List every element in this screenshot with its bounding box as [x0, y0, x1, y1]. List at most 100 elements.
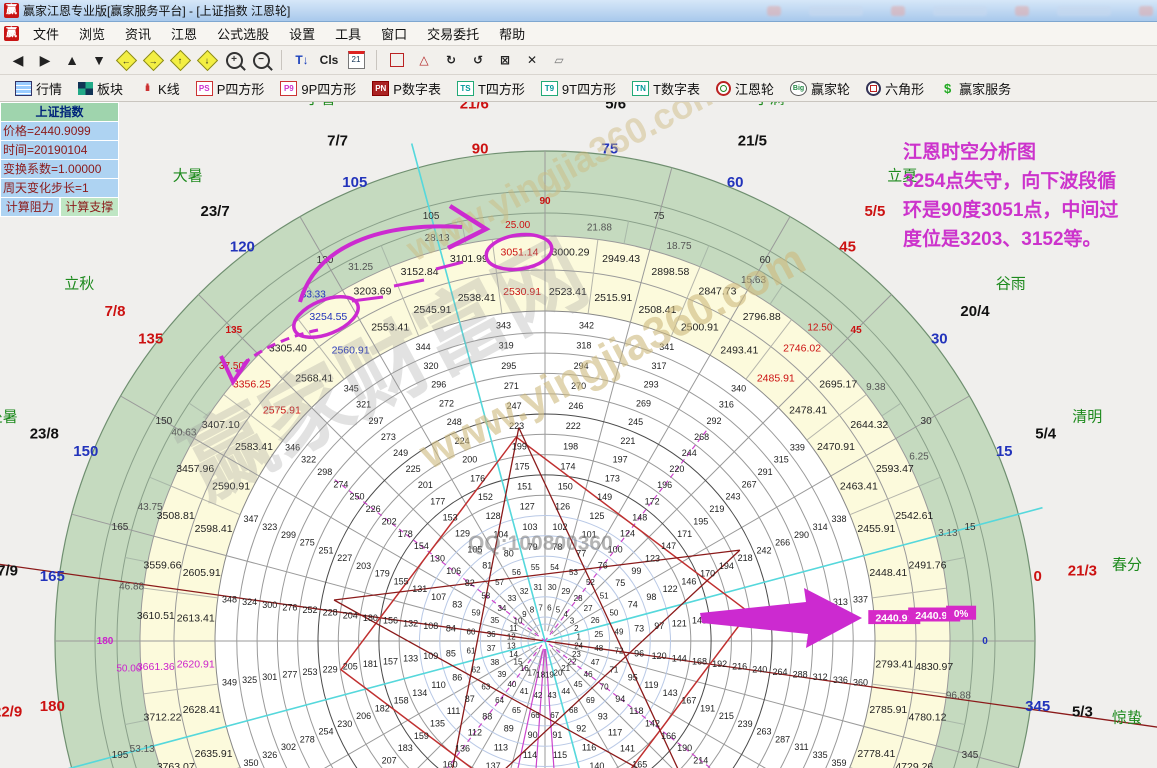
svg-text:2949.43: 2949.43	[602, 253, 640, 265]
view-button-P数字表[interactable]: PNP数字表	[365, 77, 448, 100]
svg-text:53: 53	[569, 568, 578, 577]
svg-text:181: 181	[363, 659, 378, 669]
svg-text:45: 45	[851, 325, 863, 336]
view-button-T四方形[interactable]: TST四方形	[450, 77, 532, 100]
titlebar-blurred-items	[767, 6, 1153, 16]
svg-text:春分: 春分	[1112, 556, 1142, 573]
view-button-六角形[interactable]: 六角形	[859, 77, 931, 100]
box-select-icon[interactable]: ⊠	[493, 49, 517, 71]
eraser-icon[interactable]: ▱	[547, 49, 571, 71]
svg-text:264: 264	[772, 667, 787, 677]
menu-item-9[interactable]: 帮助	[489, 25, 535, 44]
svg-text:处暑: 处暑	[0, 408, 18, 425]
nav-down-icon[interactable]: ▼	[87, 49, 111, 71]
svg-text:21/3: 21/3	[1068, 562, 1097, 579]
shift-left-icon[interactable]: ←	[114, 49, 138, 71]
svg-text:345: 345	[1025, 698, 1050, 715]
nav-up-icon[interactable]: ▲	[60, 49, 84, 71]
svg-text:8: 8	[530, 606, 535, 615]
draw-square-icon[interactable]	[385, 49, 409, 71]
svg-text:268: 268	[694, 432, 709, 442]
svg-text:302: 302	[281, 742, 296, 752]
rotate-cw-icon[interactable]: ↻	[439, 49, 463, 71]
view-button-赢家服务[interactable]: $赢家服务	[933, 77, 1018, 100]
svg-text:59: 59	[472, 609, 481, 618]
svg-text:143: 143	[663, 688, 678, 698]
svg-text:23/8: 23/8	[30, 426, 59, 443]
rotate-ccw-icon[interactable]: ↺	[466, 49, 490, 71]
svg-text:7/9: 7/9	[0, 562, 18, 579]
svg-text:180: 180	[97, 636, 114, 647]
svg-text:96.88: 96.88	[946, 690, 971, 701]
menu-item-1[interactable]: 浏览	[69, 25, 115, 44]
menu-item-3[interactable]: 江恩	[161, 25, 207, 44]
svg-text:26: 26	[591, 616, 600, 625]
svg-text:227: 227	[337, 553, 352, 563]
view-button-label: 赢家服务	[959, 79, 1011, 98]
shift-up-icon[interactable]: ↑	[168, 49, 192, 71]
svg-text:2463.41: 2463.41	[840, 481, 878, 493]
view-button-label: K线	[158, 79, 180, 98]
view-button-9P四方形[interactable]: P99P四方形	[273, 77, 363, 100]
svg-text:311: 311	[794, 742, 808, 752]
svg-text:274: 274	[333, 479, 348, 489]
svg-text:126: 126	[555, 502, 570, 512]
shift-down-icon[interactable]: ↓	[195, 49, 219, 71]
draw-triangle-icon[interactable]: △	[412, 49, 436, 71]
svg-text:75: 75	[653, 211, 665, 222]
svg-text:3661.36: 3661.36	[137, 661, 175, 673]
calc-resistance-button[interactable]: 计算阻力	[0, 197, 60, 217]
svg-text:159: 159	[414, 731, 429, 741]
view-button-9T四方形[interactable]: T99T四方形	[534, 77, 623, 100]
svg-text:180: 180	[40, 698, 65, 715]
svg-text:83: 83	[452, 600, 462, 610]
view-button-T数字表[interactable]: TNT数字表	[625, 77, 707, 100]
toolbar-views: 行情板块ıllıK线PSP四方形P99P四方形PNP数字表TST四方形T99T四…	[0, 75, 1157, 102]
svg-text:288: 288	[793, 670, 808, 680]
svg-text:89: 89	[504, 724, 514, 734]
svg-text:128: 128	[486, 511, 501, 521]
menu-item-2[interactable]: 资讯	[115, 25, 161, 44]
nav-left-icon[interactable]: ◀	[6, 49, 30, 71]
menu-item-4[interactable]: 公式选股	[207, 25, 279, 44]
svg-text:165: 165	[112, 522, 129, 533]
svg-text:205: 205	[343, 662, 358, 672]
menu-item-7[interactable]: 窗口	[371, 25, 417, 44]
fit-center-icon[interactable]: ✕	[520, 49, 544, 71]
view-button-板块[interactable]: 板块	[71, 77, 130, 100]
svg-text:92: 92	[576, 724, 586, 734]
t-marker-icon[interactable]: T↓	[290, 49, 314, 71]
nav-right-icon[interactable]: ▶	[33, 49, 57, 71]
zoom-in-icon[interactable]: +	[222, 49, 246, 71]
analysis-annotation-text: 江恩时空分析图 3254点失守，向下波段循 环是90度3051点，中间过 度位是…	[903, 138, 1155, 254]
svg-text:192: 192	[712, 659, 727, 669]
svg-text:28: 28	[574, 594, 583, 603]
svg-text:214: 214	[693, 756, 708, 766]
gann-wheel-chart-area[interactable]: 1234567891011121314151617181920212223242…	[0, 102, 1157, 768]
view-button-K线[interactable]: ıllıK线	[132, 77, 187, 100]
svg-text:228: 228	[323, 608, 338, 618]
zoom-out-icon[interactable]: −	[249, 49, 273, 71]
svg-text:112: 112	[468, 727, 482, 737]
svg-text:31: 31	[533, 583, 542, 592]
menu-item-5[interactable]: 设置	[279, 25, 325, 44]
svg-text:63: 63	[481, 682, 490, 691]
shift-right-icon[interactable]: →	[141, 49, 165, 71]
svg-text:135: 135	[430, 719, 445, 729]
view-button-行情[interactable]: 行情	[8, 77, 69, 100]
cls-icon[interactable]: Cls	[317, 49, 341, 71]
view-button-P四方形[interactable]: PSP四方形	[189, 77, 272, 100]
svg-text:45: 45	[574, 680, 583, 689]
calendar-icon[interactable]: 21	[344, 49, 368, 71]
view-button-label: 9T四方形	[562, 79, 616, 98]
view-button-江恩轮[interactable]: 江恩轮	[709, 77, 781, 100]
svg-text:0: 0	[1034, 568, 1042, 585]
svg-text:27: 27	[584, 604, 593, 613]
menu-item-8[interactable]: 交易委托	[417, 25, 489, 44]
calc-support-button[interactable]: 计算支撑	[60, 197, 120, 217]
menu-item-0[interactable]: 文件	[23, 25, 69, 44]
svg-text:293: 293	[644, 380, 659, 390]
menu-item-6[interactable]: 工具	[325, 25, 371, 44]
svg-text:33: 33	[507, 594, 516, 603]
view-button-赢家轮[interactable]: Big赢家轮	[783, 77, 857, 100]
